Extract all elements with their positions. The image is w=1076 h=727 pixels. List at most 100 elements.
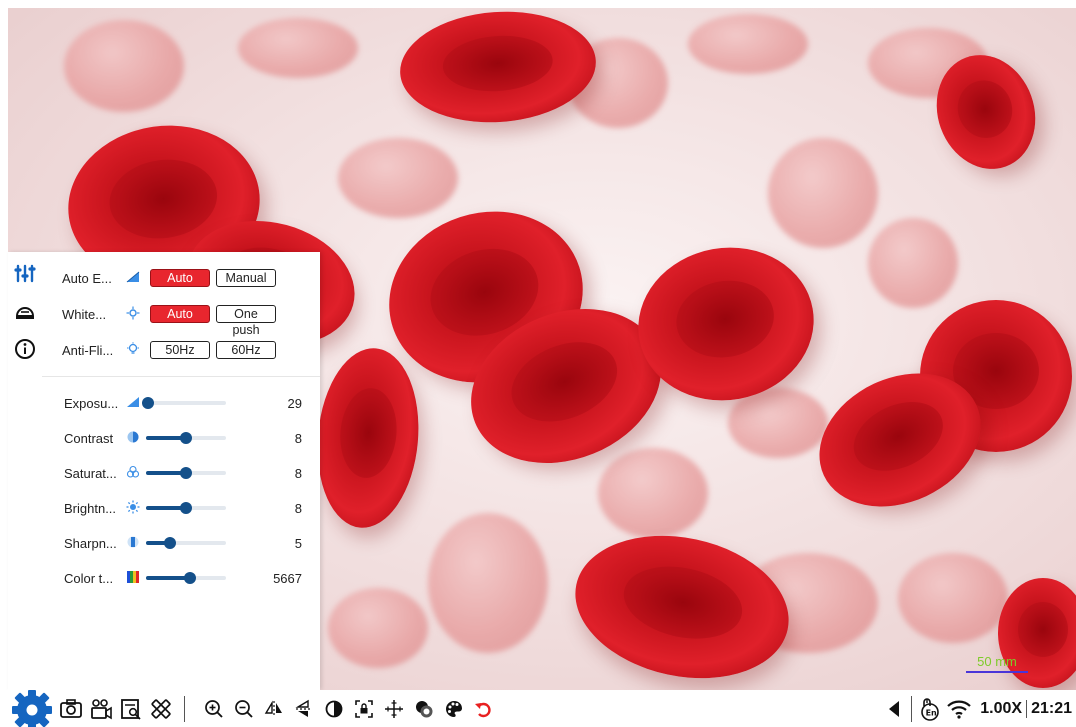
auto-exposure-manual-button[interactable]: Manual: [216, 269, 276, 287]
exposure-icon: [122, 271, 144, 286]
contrast-slider[interactable]: [146, 432, 226, 444]
camera-settings-panel: Auto E... Auto Manual White... Auto One …: [8, 252, 320, 690]
file-search-icon: [121, 698, 141, 720]
sharpness-icon: [122, 535, 144, 552]
scale-label: 50 mm: [977, 654, 1017, 669]
settings-button[interactable]: [6, 690, 52, 727]
info-icon: [15, 339, 35, 359]
blood-cell: [328, 588, 428, 668]
zoom-out-button[interactable]: [229, 694, 259, 724]
slider-value: 5667: [273, 570, 302, 586]
tab-info[interactable]: [12, 336, 38, 362]
slider-label: Contrast: [64, 430, 114, 446]
palette-icon: [446, 700, 462, 717]
white-balance-icon: [122, 306, 144, 323]
saturation-icon: [122, 465, 144, 482]
blood-cell: [428, 513, 548, 653]
lock-button[interactable]: [349, 694, 379, 724]
flip-vertical-icon: [295, 699, 312, 717]
overlay-button[interactable]: [409, 694, 439, 724]
slider-label: Saturat...: [64, 465, 117, 481]
slider-value: 8: [294, 500, 302, 516]
bulb-icon: [122, 341, 144, 359]
mode-label: Auto E...: [62, 270, 112, 286]
anti-flicker-60hz-button[interactable]: 60Hz: [216, 341, 276, 359]
tab-adjust[interactable]: [12, 260, 38, 286]
white-balance-row: White... Auto One push: [62, 303, 312, 337]
blood-cell: [598, 448, 708, 538]
capture-button[interactable]: [56, 694, 86, 724]
blood-cell: [868, 218, 958, 308]
blood-cell: [338, 138, 458, 218]
auto-exposure-auto-button[interactable]: Auto: [150, 269, 210, 287]
undo-icon: [475, 702, 491, 717]
zoom-in-button[interactable]: [199, 694, 229, 724]
blood-cell: [310, 343, 426, 533]
mode-label: Anti-Fli...: [62, 342, 114, 358]
saturation-slider[interactable]: [146, 467, 226, 479]
blood-cell: [688, 14, 808, 74]
reset-button[interactable]: [469, 694, 499, 724]
slider-thumb[interactable]: [141, 397, 154, 409]
contrast-icon: [122, 430, 144, 447]
slider-thumb[interactable]: [184, 572, 196, 584]
status-area: En 1.00X 21:21: [879, 690, 1076, 727]
svg-text:En: En: [926, 708, 937, 717]
toolbar-separator: [184, 695, 185, 722]
crosshair-icon: [385, 699, 403, 718]
color-temperature-slider-row: Color t... 5667: [64, 568, 302, 588]
lock-frame-icon: [355, 699, 373, 718]
gear-icon: [12, 690, 52, 727]
wifi-icon: [947, 700, 972, 719]
blood-cell: [396, 8, 600, 129]
sharpness-slider[interactable]: [146, 537, 226, 549]
palette-button[interactable]: [439, 694, 469, 724]
measurement-button[interactable]: [146, 694, 176, 724]
zoom-out-icon: [235, 699, 253, 718]
flip-horizontal-button[interactable]: [259, 694, 289, 724]
collapse-button[interactable]: [879, 694, 909, 724]
dome-icon: [15, 307, 35, 319]
brightness-slider[interactable]: [146, 502, 226, 514]
panel-content: Auto E... Auto Manual White... Auto One …: [42, 252, 320, 690]
color-temperature-slider[interactable]: [146, 572, 226, 584]
slider-thumb[interactable]: [180, 467, 192, 479]
overlay-circles-icon: [416, 700, 433, 717]
blood-cell: [898, 553, 1008, 643]
browse-button[interactable]: [116, 694, 146, 724]
contrast-toggle-button[interactable]: [319, 694, 349, 724]
exposure-slider[interactable]: [141, 397, 226, 409]
anti-flicker-row: Anti-Fli... 50Hz 60Hz: [62, 339, 312, 361]
panel-divider: [42, 376, 320, 377]
slider-value: 29: [287, 395, 302, 411]
mouse-language-icon: En: [921, 697, 940, 721]
record-button[interactable]: [86, 694, 116, 724]
input-method-button[interactable]: En: [914, 694, 944, 724]
contrast-slider-row: Contrast 8: [64, 428, 302, 448]
slider-value: 5: [294, 535, 302, 551]
white-balance-auto-button[interactable]: Auto: [150, 305, 210, 323]
blood-cell: [562, 517, 802, 690]
clock: 21:21: [1026, 699, 1072, 718]
slider-label: Brightn...: [64, 500, 117, 516]
tab-dome[interactable]: [12, 298, 38, 324]
triangle-left-icon: [889, 700, 900, 717]
slider-thumb[interactable]: [164, 537, 176, 549]
half-circle-icon: [325, 700, 343, 717]
slider-label: Exposu...: [64, 395, 119, 411]
slider-thumb[interactable]: [180, 432, 192, 444]
flip-horizontal-icon: [264, 699, 282, 717]
camera-icon: [60, 698, 82, 718]
flip-vertical-button[interactable]: [289, 694, 319, 724]
wifi-button[interactable]: [944, 694, 974, 724]
crosshair-button[interactable]: [379, 694, 409, 724]
brightness-icon: [122, 500, 144, 517]
color-temperature-icon: [122, 570, 144, 587]
slider-thumb[interactable]: [180, 502, 192, 514]
blood-cell: [728, 388, 828, 458]
anti-flicker-50hz-button[interactable]: 50Hz: [150, 341, 210, 359]
slider-value: 8: [294, 430, 302, 446]
white-balance-one-push-button[interactable]: One push: [216, 305, 276, 337]
bottom-toolbar: En 1.00X 21:21: [0, 690, 1076, 727]
slider-label: Sharpn...: [64, 535, 117, 551]
